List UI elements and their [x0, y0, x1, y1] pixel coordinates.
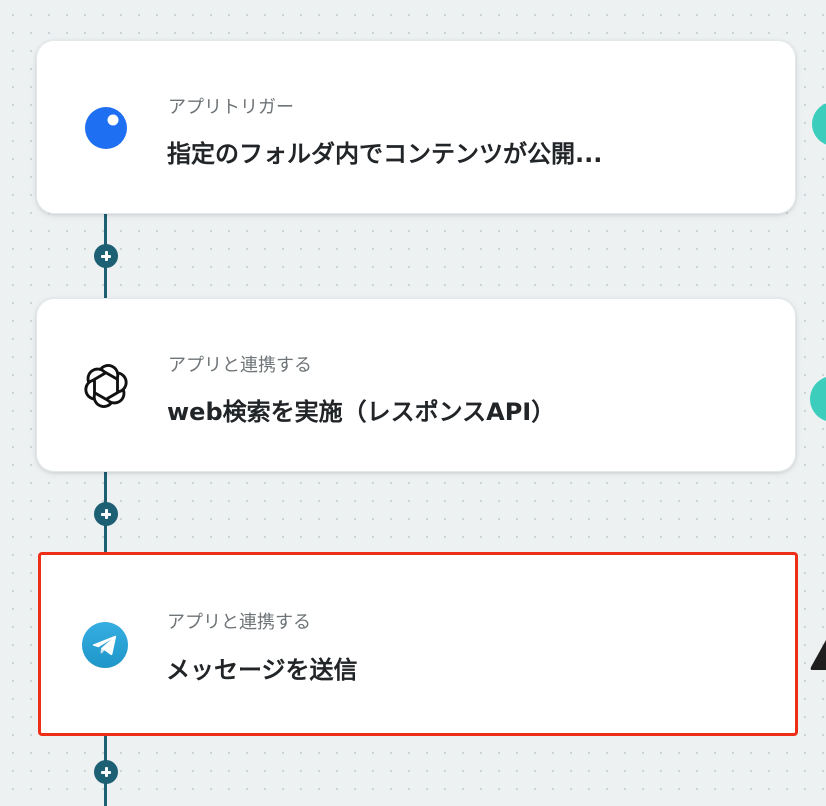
step-category-label: アプリトリガー: [168, 97, 294, 118]
flow-step-card[interactable]: アプリトリガー 指定のフォルダ内でコンテンツが公開...: [36, 40, 796, 214]
step-category-label: アプリと連携する: [168, 355, 312, 376]
step-category-label: アプリと連携する: [167, 612, 311, 633]
plus-icon: [101, 767, 111, 777]
add-step-button[interactable]: [94, 244, 118, 268]
step-title: web検索を実施（レスポンスAPI）: [167, 398, 556, 426]
openai-knot-icon: [83, 363, 129, 409]
step-title: 指定のフォルダ内でコンテンツが公開...: [167, 140, 603, 168]
edge-node-icon: [812, 102, 826, 146]
telegram-paper-plane-icon: [82, 622, 128, 668]
add-step-button[interactable]: [94, 760, 118, 784]
flow-step-card[interactable]: アプリと連携する web検索を実施（レスポンスAPI）: [36, 298, 796, 472]
step-title: メッセージを送信: [166, 656, 358, 684]
edge-triangle-icon: [810, 640, 826, 670]
add-step-button[interactable]: [94, 502, 118, 526]
flow-canvas: アプリトリガー 指定のフォルダ内でコンテンツが公開... アプリと連携する we…: [0, 0, 826, 806]
plus-icon: [101, 251, 111, 261]
edge-node-icon: [810, 376, 826, 422]
flow-step-card-selected[interactable]: アプリと連携する メッセージを送信: [38, 552, 798, 736]
blue-dot-app-icon: [83, 105, 129, 151]
plus-icon: [101, 509, 111, 519]
